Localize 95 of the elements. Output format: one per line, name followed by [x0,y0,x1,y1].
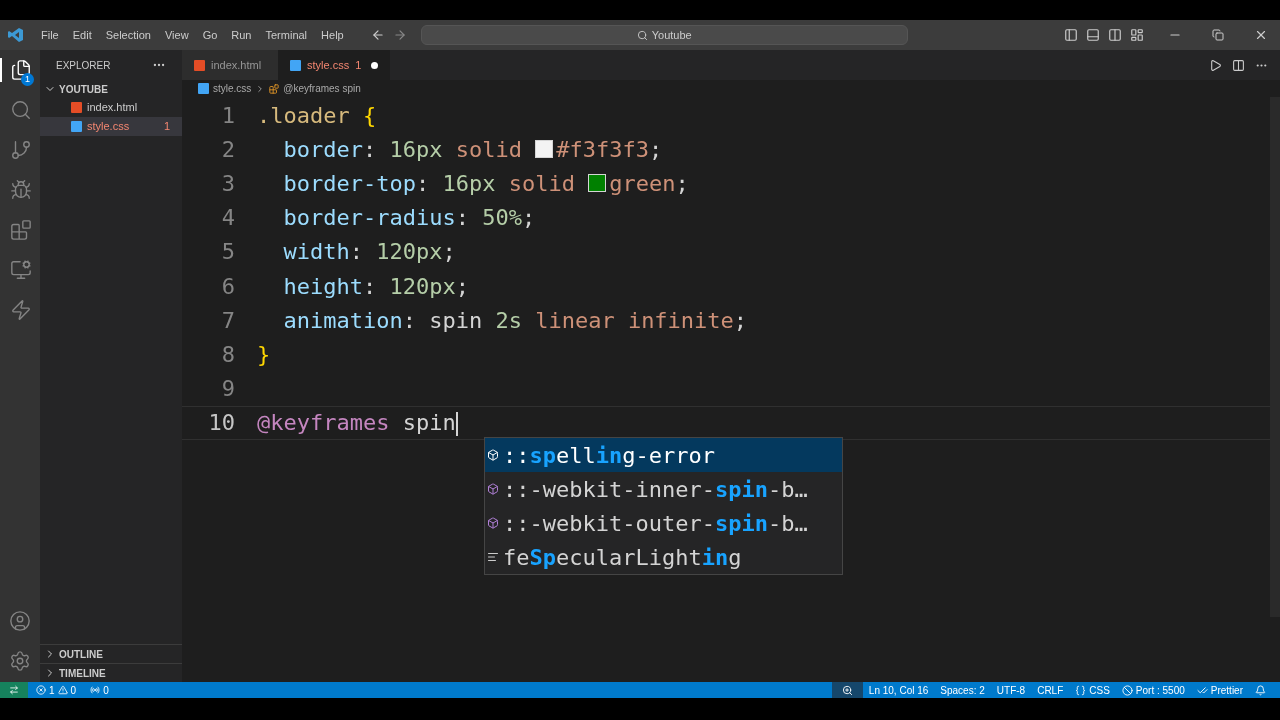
bug-icon [10,179,32,201]
color-swatch[interactable] [588,173,607,192]
toggle-sidebar-icon[interactable] [1064,28,1078,42]
property-icon [487,483,499,495]
zoom-icon [841,684,853,696]
code-line: animation: spin 2s linear infinite; [282,306,748,335]
toggle-panel-icon[interactable] [1086,28,1100,42]
line-number: 9 [220,375,236,404]
code-line: width: 120px; [282,238,456,267]
code-line: height: 120px; [282,272,469,301]
suggestion-item[interactable]: ::-webkit-outer-spin-b… [485,506,842,540]
color-swatch[interactable] [535,139,554,158]
accounts-icon[interactable] [9,610,31,632]
monitor-icon [10,259,32,281]
menu-item[interactable]: Go [195,26,225,44]
code-line: border-radius: 50%; [282,204,536,233]
explorer-entry[interactable]: index.html [40,98,182,117]
menu-item[interactable]: Edit [65,26,99,44]
menu-item[interactable]: Run [224,26,259,44]
menu-item[interactable]: File [34,26,66,44]
breadcrumb-item[interactable]: @keyframes spin [283,81,361,96]
source-control-icon [10,139,32,161]
status-item[interactable]: Spaces: 2 [934,682,991,698]
status-item[interactable]: CRLF [1031,682,1070,698]
html-file-icon [71,102,82,113]
editor-tab[interactable]: index.html [182,50,278,80]
problems-button[interactable]: 1 0 [36,682,77,698]
line-number: 7 [220,306,236,335]
status-item[interactable]: UTF-8 [990,682,1032,698]
back-icon[interactable] [370,28,385,42]
text-icon [487,551,499,563]
code-line: } [257,340,271,369]
html-file-icon [194,59,205,71]
breadcrumb-item[interactable]: style.css [213,81,252,96]
sidebar-title: EXPLORER [56,58,111,73]
toggle-secondary-sidebar-icon[interactable] [1108,28,1122,42]
status-item[interactable]: Prettier [1190,682,1249,698]
status-item[interactable]: Ln 10, Col 16 [862,682,935,698]
menu-item[interactable]: Terminal [258,26,315,44]
remote-icon [9,685,19,695]
line-number: 8 [220,340,236,369]
status-item[interactable]: Port : 5500 [1115,682,1191,698]
status-item[interactable]: CSS [1069,682,1116,698]
line-number: 3 [220,169,236,198]
blocked-icon [1121,684,1133,696]
forward-icon[interactable] [392,28,407,42]
settings-icon[interactable] [9,650,31,672]
editor-tab[interactable]: style.css 1 [278,50,391,80]
run-icon[interactable] [1209,58,1222,72]
code-line: .loader { [257,101,377,130]
code-line: border: 16px solid #f3f3f3; [282,135,663,164]
menu-item[interactable]: View [157,26,196,44]
property-icon [487,517,499,529]
command-center[interactable]: Youtube [420,25,908,45]
ports-icon [90,685,101,695]
line-number: 6 [220,272,236,301]
line-number: 5 [220,238,236,267]
symbol-icon [269,83,280,94]
error-icon [36,685,46,695]
line-number: 1 [220,101,236,130]
ports-button[interactable]: 0 [90,682,109,698]
extensions-icon [10,219,32,241]
code-line: @keyframes spin [257,409,458,439]
text-cursor [455,412,458,437]
line-number: 10 [207,409,236,438]
braces-icon [1075,684,1087,696]
css-file-icon [290,59,301,71]
suggestion-item[interactable]: feSpecularLighting [485,540,842,574]
warning-icon [57,685,68,695]
lightning-icon [10,299,32,321]
zoom-button[interactable] [831,682,863,698]
double-check-icon [1196,684,1208,696]
line-number: 4 [220,204,236,233]
app-logo-icon [8,27,24,43]
search-icon [636,29,648,41]
menu-item[interactable]: Selection [98,26,158,44]
customize-layout-icon[interactable] [1130,28,1144,42]
suggestion-item[interactable]: ::-webkit-inner-spin-b… [485,472,842,506]
css-file-icon [198,83,209,94]
restore-icon[interactable] [1212,29,1224,41]
search-icon [10,99,32,121]
explorer-entry[interactable]: style.css 1 [40,117,182,136]
search-text: Youtube [651,27,692,43]
badge: 1 [21,73,34,86]
folder-header[interactable]: YOUTUBE [40,80,182,98]
property-icon [487,449,499,461]
css-file-icon [71,121,82,132]
code-line: border-top: 16px solid green; [282,169,689,198]
menu-item[interactable]: Help [314,26,351,44]
close-icon[interactable] [1254,28,1268,42]
bell-icon [1255,684,1266,696]
files-icon [10,59,32,81]
suggestion-item[interactable]: ::spelling-error [485,438,842,472]
line-number: 2 [220,135,236,164]
split-editor-icon[interactable] [1232,58,1245,72]
